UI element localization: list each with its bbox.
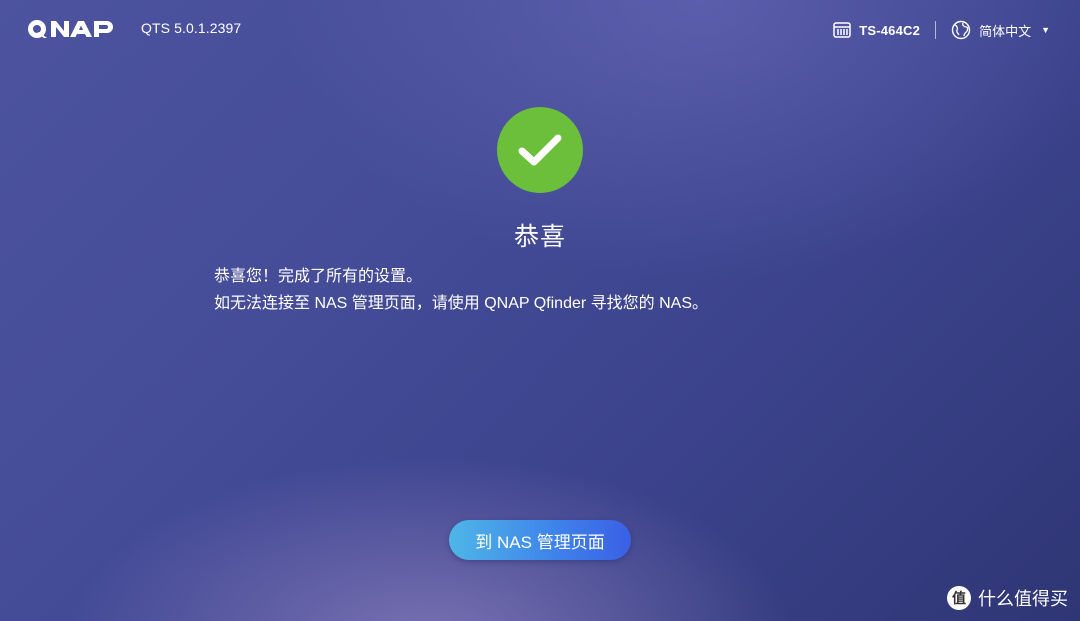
- watermark-text: 什么值得买: [978, 589, 1068, 609]
- watermark-badge-icon: 值: [947, 586, 971, 610]
- caret-down-icon: ▼: [1041, 25, 1050, 35]
- watermark: 值 什么值得买: [947, 585, 1068, 611]
- success-check-badge: [497, 107, 583, 193]
- globe-icon: [951, 20, 971, 40]
- go-to-nas-admin-button[interactable]: 到 NAS 管理页面: [449, 520, 631, 560]
- language-selector[interactable]: 简体中文 ▼: [951, 20, 1050, 40]
- message-line-2: 如无法连接至 NAS 管理页面，请使用 QNAP Qfinder 寻找您的 NA…: [214, 295, 708, 312]
- completion-message: 恭喜您！完成了所有的设置。 如无法连接至 NAS 管理页面，请使用 QNAP Q…: [214, 263, 708, 317]
- device-name: TS-464C2: [859, 22, 921, 38]
- language-label: 简体中文: [979, 23, 1032, 39]
- checkmark-icon: [518, 134, 562, 166]
- qnap-logo: [27, 20, 113, 38]
- header-right: TS-464C2 简体中文 ▼: [833, 18, 1050, 42]
- message-line-1: 恭喜您！完成了所有的设置。: [214, 268, 423, 285]
- firmware-version: QTS 5.0.1.2397: [141, 20, 242, 36]
- header-divider: [935, 21, 937, 39]
- nas-device-icon: [833, 21, 851, 39]
- page-title: 恭喜: [513, 223, 566, 251]
